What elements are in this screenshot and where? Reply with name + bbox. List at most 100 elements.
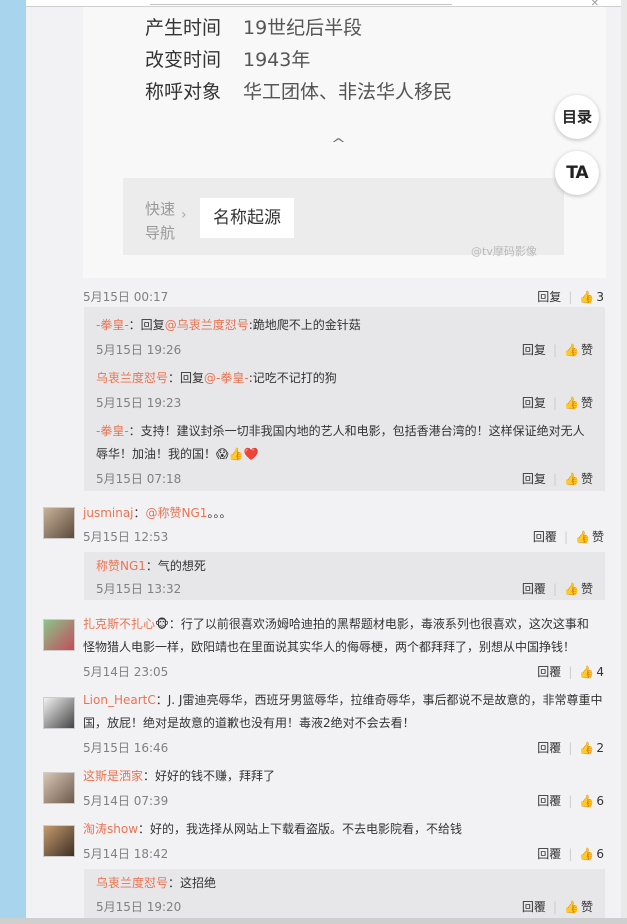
avatar[interactable]: [43, 825, 75, 857]
quick-nav-label-line: 快速: [145, 200, 176, 218]
like-button[interactable]: 赞: [581, 343, 593, 357]
comment-mention[interactable]: @称赞NG1: [146, 506, 208, 520]
comment-content: ：行了以前很喜欢汤姆哈迪拍的黑帮题材电影，毒液系列也很喜欢，这次这事和: [168, 617, 589, 631]
info-row-change-time: 改变时间 1943年: [145, 45, 310, 72]
thumbs-up-icon[interactable]: 👍: [564, 396, 579, 410]
reply-text: -拳皇-：回复@乌衷兰度怼号:跪地爬不上的金针菇: [96, 314, 361, 337]
comment-author[interactable]: 扎克斯不扎心: [83, 617, 155, 631]
comment-time: 5月15日 12:53: [83, 530, 169, 544]
comment-author[interactable]: Lion_HeartC: [83, 693, 156, 707]
ta-button[interactable]: TA: [555, 151, 599, 195]
comment-author[interactable]: jusminaj: [83, 506, 134, 520]
thumbs-up-icon[interactable]: 👍: [579, 290, 594, 304]
reply-text: -拳皇-：支持！建议封杀一切非我国内地的艺人和电影，包括香港台湾的！这样保证绝对…: [96, 420, 585, 466]
reply-button[interactable]: 回覆: [533, 530, 557, 544]
reply-prefix: ：回复: [128, 318, 165, 332]
reply-author[interactable]: 乌衷兰度怼号: [96, 371, 168, 385]
comment-author[interactable]: 淘涛show: [83, 822, 138, 836]
comment-time: 5月14日 23:05: [83, 665, 169, 679]
thumbs-up-icon[interactable]: 👍: [579, 794, 594, 808]
reply-content-line2: 辱华！加油！我的国！😱👍❤️: [96, 447, 259, 461]
thumbs-up-icon[interactable]: 👍: [564, 900, 579, 914]
reply-button[interactable]: 回覆: [522, 900, 546, 914]
reply-button[interactable]: 回覆: [537, 665, 561, 679]
reply-button[interactable]: 回复: [522, 343, 546, 357]
reply-actions: 回复 | 👍 赞: [521, 472, 593, 486]
reply-author[interactable]: -拳皇-: [96, 424, 129, 438]
like-count[interactable]: 2: [596, 741, 604, 755]
avatar[interactable]: [43, 507, 75, 539]
toc-button[interactable]: 目录: [555, 95, 599, 139]
reply-content: ：支持！建议封杀一切非我国内地的艺人和电影，包括香港台湾的！这样保证绝对无人: [128, 424, 585, 438]
reply-author[interactable]: 乌衷兰度怼号: [96, 876, 168, 890]
chevron-right-icon: ›: [181, 207, 187, 223]
window-bottom-edge: [0, 918, 627, 924]
like-count[interactable]: 6: [596, 847, 604, 861]
reply-button[interactable]: 回覆: [537, 741, 561, 755]
reply-time: 5月15日 19:20: [96, 900, 182, 914]
reply-mention[interactable]: @乌衷兰度怼号: [165, 318, 249, 332]
like-count[interactable]: 6: [596, 794, 604, 808]
comment-time: 5月14日 07:39: [83, 794, 169, 808]
thumbs-up-icon[interactable]: 👍: [564, 343, 579, 357]
comment-time: 5月14日 18:42: [83, 847, 169, 861]
like-button[interactable]: 赞: [581, 396, 593, 410]
comment-text: jusminaj：@称赞NG1。。。: [83, 502, 231, 525]
thumbs-up-icon[interactable]: 👍: [579, 741, 594, 755]
info-label: 称呼对象: [145, 81, 222, 103]
comment-content-line2: 怪物猎人电影一样，欧阳靖也在里面说其实华人的侮辱梗，两个都拜拜了，别想从中国挣钱…: [83, 640, 576, 654]
thumbs-up-icon[interactable]: 👍: [575, 530, 590, 544]
like-button[interactable]: 赞: [581, 472, 593, 486]
post-actions: 回复 | 👍 3: [537, 290, 604, 304]
info-label: 产生时间: [145, 17, 222, 39]
avatar[interactable]: [43, 619, 75, 651]
reply-time: 5月15日 13:32: [96, 582, 182, 596]
reply-content: :跪地爬不上的金针菇: [248, 318, 361, 332]
reply-button[interactable]: 回覆: [522, 582, 546, 596]
comment-text: 扎克斯不扎心🐵：行了以前很喜欢汤姆哈迪拍的黑帮题材电影，毒液系列也很喜欢，这次这…: [83, 613, 603, 659]
encyclopedia-card[interactable]: 产生时间 19世纪后半段 改变时间 1943年 称呼对象 华工团体、非法华人移民 ^ …: [83, 7, 606, 278]
scrollbar-track[interactable]: [621, 0, 627, 924]
reply-content: :记吃不记打的狗: [248, 371, 337, 385]
reply-button[interactable]: 回复: [522, 472, 546, 486]
post-time: 5月15日 00:17: [83, 290, 169, 304]
like-button[interactable]: 赞: [581, 582, 593, 596]
thumbs-up-icon[interactable]: 👍: [579, 847, 594, 861]
comment-text: 淘涛show：好的，我选择从网站上下载看盗版。不去电影院看，不给钱: [83, 818, 462, 841]
info-row-origin-time: 产生时间 19世纪后半段: [145, 13, 362, 40]
like-button[interactable]: 赞: [581, 900, 593, 914]
comment-actions: 回覆 | 👍 6: [537, 794, 604, 808]
comment-content: ：好的，我选择从网站上下载看盗版。不去电影院看，不给钱: [138, 822, 463, 836]
reply-text: 乌衷兰度怼号：这招绝: [96, 872, 216, 895]
reply-button[interactable]: 回复: [537, 290, 561, 304]
thumbs-up-icon[interactable]: 👍: [579, 665, 594, 679]
info-value: 19世纪后半段: [243, 17, 363, 39]
reply-button[interactable]: 回覆: [537, 847, 561, 861]
quick-nav-item-name-origin[interactable]: 名称起源: [200, 198, 294, 238]
comment-actions: 回覆 | 👍 6: [537, 847, 604, 861]
reply-author[interactable]: 称赞NG1: [96, 559, 146, 573]
reply-author[interactable]: -拳皇-: [96, 318, 129, 332]
quick-nav-label-line: 导航: [145, 224, 176, 242]
nested-replies: 乌衷兰度怼号：这招绝 5月15日 19:20 回覆 | 👍 赞: [84, 869, 605, 918]
reply-prefix: ：回复: [168, 371, 205, 385]
like-button[interactable]: 赞: [592, 530, 604, 544]
comment-author[interactable]: 这斯是洒家: [83, 769, 143, 783]
collapse-caret-icon[interactable]: ^: [331, 137, 346, 152]
like-count[interactable]: 4: [596, 665, 604, 679]
reply-button[interactable]: 回覆: [537, 794, 561, 808]
thumbs-up-icon[interactable]: 👍: [564, 582, 579, 596]
comment-content: ：J. J雷迪亮辱华，西班牙男篮辱华，拉维奇辱华，事后都说不是故意的，非常尊重中: [155, 693, 603, 707]
weibo-watermark: @tv摩码影像: [471, 245, 537, 258]
avatar[interactable]: [43, 697, 75, 729]
reply-button[interactable]: 回复: [522, 396, 546, 410]
comment-text: Lion_HeartC：J. J雷迪亮辱华，西班牙男篮辱华，拉维奇辱华，事后都说…: [83, 689, 603, 735]
reply-actions: 回复 | 👍 赞: [521, 343, 593, 357]
reply-mention[interactable]: @-拳皇-: [204, 371, 249, 385]
avatar[interactable]: [43, 772, 75, 804]
thumbs-up-icon[interactable]: 👍: [564, 472, 579, 486]
comment-content-line2: 国，放屁！绝对是故意的道歉也没有用！毒液2绝对不会去看！: [83, 716, 415, 730]
reply-content: ：这招绝: [168, 876, 217, 890]
like-count[interactable]: 3: [596, 290, 604, 304]
comment-prefix: ：: [133, 506, 146, 520]
